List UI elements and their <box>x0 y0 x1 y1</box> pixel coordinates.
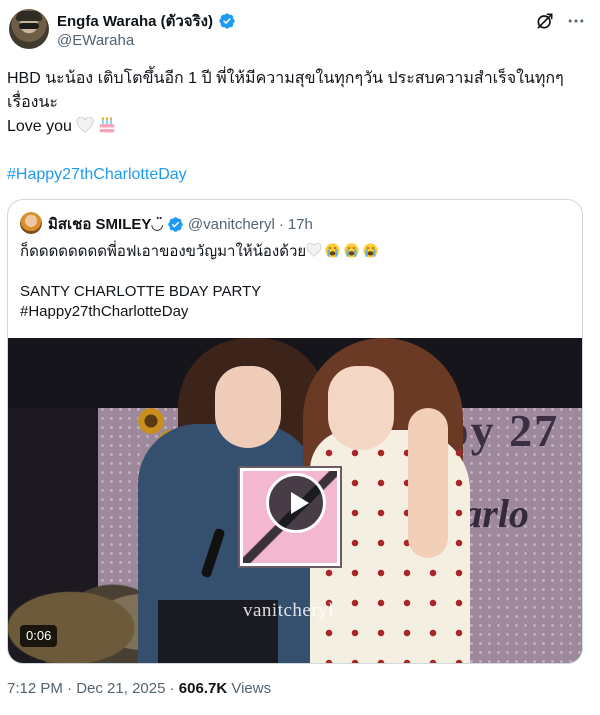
tweet-time[interactable]: 7:12 PM <box>7 680 63 697</box>
loudly-crying-face-icon <box>344 243 359 258</box>
loudly-crying-face-icon <box>363 243 378 258</box>
author-handle[interactable]: @EWaraha <box>57 32 134 49</box>
quoted-text-line: SANTY CHARLOTTE BDAY PARTY <box>20 283 262 300</box>
video-sunflower <box>138 408 164 434</box>
tweet-text-line-love: Love you <box>7 115 593 139</box>
author-name-row: Engfa Waraha (ตัวจริง) <box>57 11 236 31</box>
quoted-tweet-card[interactable]: มิสเชอ SMILEY◡̈ @vanitcheryl · 17h ก็ดดด… <box>7 199 583 664</box>
white-heart-icon <box>306 243 322 257</box>
meta-separator: · <box>169 680 175 697</box>
white-heart-icon <box>76 117 94 133</box>
quoted-time[interactable]: 17h <box>288 216 313 233</box>
author-display-name[interactable]: Engfa Waraha (ตัวจริง) <box>57 9 213 33</box>
tweet-meta: 7:12 PM · Dec 21, 2025 · 606.7K Views <box>7 680 271 697</box>
meta-separator: · <box>67 680 73 697</box>
quoted-text: ก็ดดดดดดดดพี่อฟเอาของขวัญมาให้น้องด้วย S… <box>20 242 572 322</box>
quoted-display-name[interactable]: มิสเชอ SMILEY◡̈ <box>48 212 163 236</box>
tweet-text-love: Love you <box>7 118 72 135</box>
author-avatar[interactable] <box>9 9 49 49</box>
avatar-glasses <box>19 23 39 29</box>
video-watermark: vanitcheryl <box>243 600 334 621</box>
views-count[interactable]: 606.7K <box>179 680 227 697</box>
tweet: Engfa Waraha (ตัวจริง) @EWaraha HBD นะน้… <box>0 0 600 715</box>
quoted-text-main: ก็ดดดดดดดดพี่อฟเอาของขวัญมาให้น้องด้วย <box>20 243 307 260</box>
quoted-header: มิสเชอ SMILEY◡̈ @vanitcheryl · 17h <box>48 214 313 234</box>
birthday-cake-icon <box>99 117 115 133</box>
person-right-face <box>328 366 394 450</box>
quoted-hashtag[interactable]: #Happy27thCharlotteDay <box>20 302 572 322</box>
verified-badge-icon <box>168 216 183 232</box>
tweet-text-line: HBD นะน้อง เติบโตขึ้นอีก 1 ปี พี่ให้มีคว… <box>7 70 564 87</box>
person-right-arm <box>408 408 448 558</box>
avatar-hat <box>16 11 42 21</box>
verified-badge-icon <box>219 13 235 29</box>
tweet-hashtag[interactable]: #Happy27thCharlotteDay <box>7 163 593 187</box>
tweet-date[interactable]: Dec 21, 2025 <box>76 680 165 697</box>
tweet-text-line: เรื่องนะ <box>7 94 59 111</box>
play-button[interactable] <box>266 473 326 533</box>
quoted-author-avatar[interactable] <box>20 212 42 234</box>
person-left-face <box>215 366 281 448</box>
loudly-crying-face-icon <box>325 243 340 258</box>
quoted-text-line: ก็ดดดดดดดดพี่อฟเอาของขวัญมาให้น้องด้วย <box>20 242 572 262</box>
video-duration: 0:06 <box>20 625 58 647</box>
video-player[interactable]: py 27 harlo vanitcheryl 0:06 <box>8 338 582 663</box>
more-options-icon[interactable] <box>566 11 586 31</box>
quoted-handle[interactable]: @vanitcheryl <box>188 216 275 233</box>
tweet-text: HBD นะน้อง เติบโตขึ้นอีก 1 ปี พี่ให้มีคว… <box>7 67 593 187</box>
grok-icon[interactable] <box>535 11 555 31</box>
views-label: Views <box>231 680 272 697</box>
play-icon <box>291 492 309 514</box>
quoted-separator: · <box>278 215 284 233</box>
